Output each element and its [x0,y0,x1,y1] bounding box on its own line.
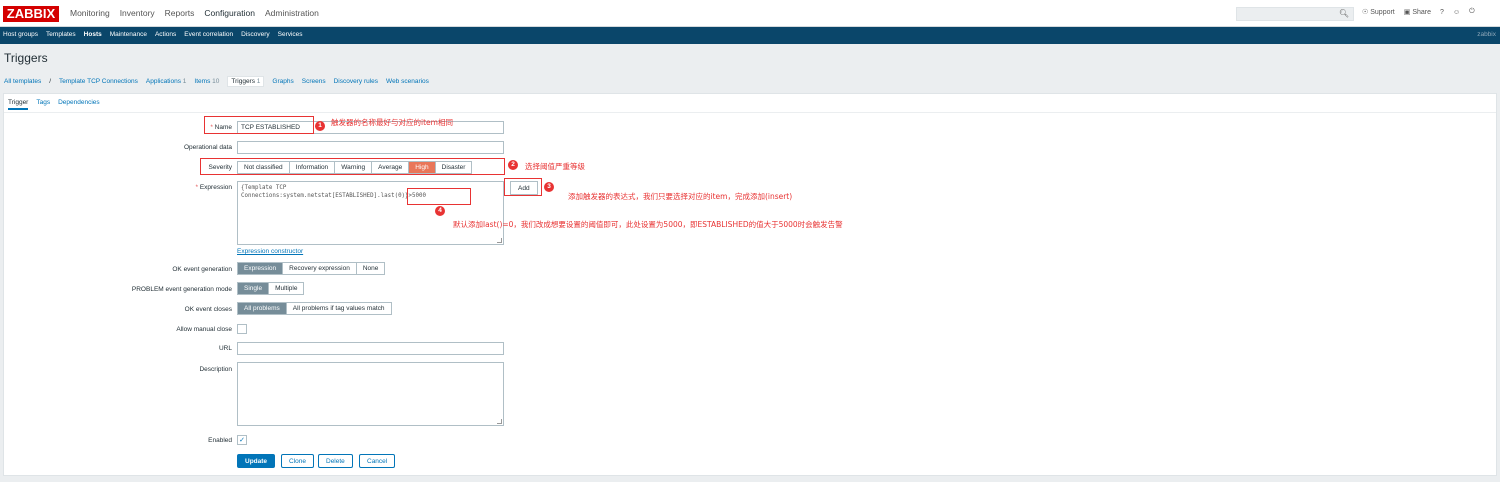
search-input[interactable]: 🔍︎ [1236,7,1354,21]
menu-configuration[interactable]: Configuration [204,8,255,18]
subnav-discovery[interactable]: Discovery [241,31,270,38]
form-tabs: Trigger Tags Dependencies [8,99,100,110]
name-label: * Name [210,124,232,131]
share-icon: ▣ [1403,9,1411,16]
sign-out-icon[interactable]: ⏻ [1469,8,1475,16]
subnav-hosts[interactable]: Hosts [84,31,102,38]
operational-data-label: Operational data [183,144,232,151]
update-button[interactable]: Update [237,454,276,468]
annotation-box-name [204,116,314,134]
share-link[interactable]: ▣ Share [1404,8,1431,16]
operational-data-input[interactable] [237,141,504,154]
subnav-host-groups[interactable]: Host groups [3,31,38,38]
menu-reports[interactable]: Reports [165,8,195,18]
enabled-checkbox[interactable]: ✓ [237,435,247,445]
annotation-note-2: 选择阈值严重等级 [525,162,585,171]
menu-monitoring[interactable]: Monitoring [70,8,110,18]
breadcrumb: All templates / Template TCP Connections… [4,76,429,87]
problem-mode-single[interactable]: Single [238,283,270,294]
tab-tags[interactable]: Tags [36,99,50,110]
support-icon: ☉ [1362,9,1369,16]
description-textarea[interactable] [237,362,504,426]
top-right-links: ☉ Support ▣ Share ? ☺ ⏻ [1362,8,1475,16]
severity-label: Severity [208,164,232,171]
expression-label: * Expression [195,184,233,191]
support-link[interactable]: ☉ Support [1362,8,1395,16]
ok-closes-tag-match[interactable]: All problems if tag values match [286,303,391,314]
breadcrumb-graphs[interactable]: Graphs [272,78,293,85]
server-name: zabbix [1477,31,1496,38]
ok-closes-all-problems[interactable]: All problems [238,303,287,314]
annotation-badge-2: 2 [508,160,518,170]
manual-close-checkbox[interactable] [237,324,247,334]
clone-button[interactable]: Clone [281,454,314,468]
subnav-services[interactable]: Services [278,31,303,38]
resize-handle-icon[interactable] [497,419,502,424]
tab-divider [4,112,1496,113]
delete-button[interactable]: Delete [318,454,353,468]
cancel-button[interactable]: Cancel [359,454,396,468]
checkmark-icon: ✓ [239,436,245,444]
top-bar: ZABBIX Monitoring Inventory Reports Conf… [0,0,1500,27]
annotation-badge-4: 4 [435,206,445,216]
url-input[interactable] [237,342,504,355]
menu-inventory[interactable]: Inventory [120,8,155,18]
breadcrumb-template[interactable]: Template TCP Connections [59,78,138,85]
breadcrumb-web-scenarios[interactable]: Web scenarios [386,78,429,85]
problem-mode-multiple[interactable]: Multiple [269,283,304,294]
user-profile-icon[interactable]: ☺ [1453,9,1460,16]
subnav-templates[interactable]: Templates [46,31,76,38]
description-label: Description [199,366,232,373]
enabled-label: Enabled [208,437,232,444]
tab-trigger[interactable]: Trigger [8,99,29,110]
tab-dependencies[interactable]: Dependencies [58,99,100,110]
subnav-maintenance[interactable]: Maintenance [110,31,147,38]
annotation-note-4: 默认添加last()=0，我们改成想要设置的阈值即可，此处设置为5000，即ES… [453,220,843,229]
zabbix-logo[interactable]: ZABBIX [3,6,59,22]
expression-constructor-link[interactable]: Expression constructor [237,248,303,255]
annotation-note-3: 添加触发器的表达式，我们只要选择对应的item，完成添加(insert) [568,192,793,201]
breadcrumb-applications[interactable]: Applications 1 [146,78,187,85]
sub-navigation: Host groups Templates Hosts Maintenance … [0,27,1500,44]
problem-mode-label: PROBLEM event generation mode [131,286,232,293]
search-icon[interactable]: 🔍︎ [1339,9,1349,18]
annotation-badge-3: 3 [544,182,554,192]
ok-event-closes-selector: All problems All problems if tag values … [237,302,392,315]
ok-event-generation-selector: Expression Recovery expression None [237,262,386,275]
breadcrumb-all-templates[interactable]: All templates [4,78,41,85]
page-title: Triggers [4,51,48,65]
annotation-box-last-func [407,188,471,205]
annotation-badge-1: 1 [315,121,325,131]
subnav-event-correlation[interactable]: Event correlation [184,31,233,38]
manual-close-label: Allow manual close [176,326,232,333]
top-menu: Monitoring Inventory Reports Configurati… [70,8,319,18]
ok-gen-expression[interactable]: Expression [238,263,284,274]
ok-gen-recovery-expression[interactable]: Recovery expression [283,263,357,274]
subnav-actions[interactable]: Actions [155,31,176,38]
ok-event-closes-label: OK event closes [184,306,232,313]
trigger-form: Trigger Tags Dependencies * Name TCP EST… [3,93,1497,476]
annotation-note-1: 触发器的名称最好与对应的item相同 [331,118,453,127]
breadcrumb-separator: / [49,78,52,85]
annotation-box-severity [200,158,505,175]
help-icon[interactable]: ? [1440,9,1444,16]
problem-mode-selector: Single Multiple [237,282,305,295]
breadcrumb-discovery-rules[interactable]: Discovery rules [334,78,378,85]
breadcrumb-screens[interactable]: Screens [302,78,326,85]
breadcrumb-triggers[interactable]: Triggers 1 [227,76,265,87]
ok-event-generation-label: OK event generation [172,266,232,273]
ok-gen-none[interactable]: None [356,263,385,274]
breadcrumb-items[interactable]: Items 10 [194,78,219,85]
url-label: URL [218,345,232,352]
annotation-box-add [504,178,542,196]
menu-administration[interactable]: Administration [265,8,319,18]
resize-handle-icon[interactable] [497,238,502,243]
